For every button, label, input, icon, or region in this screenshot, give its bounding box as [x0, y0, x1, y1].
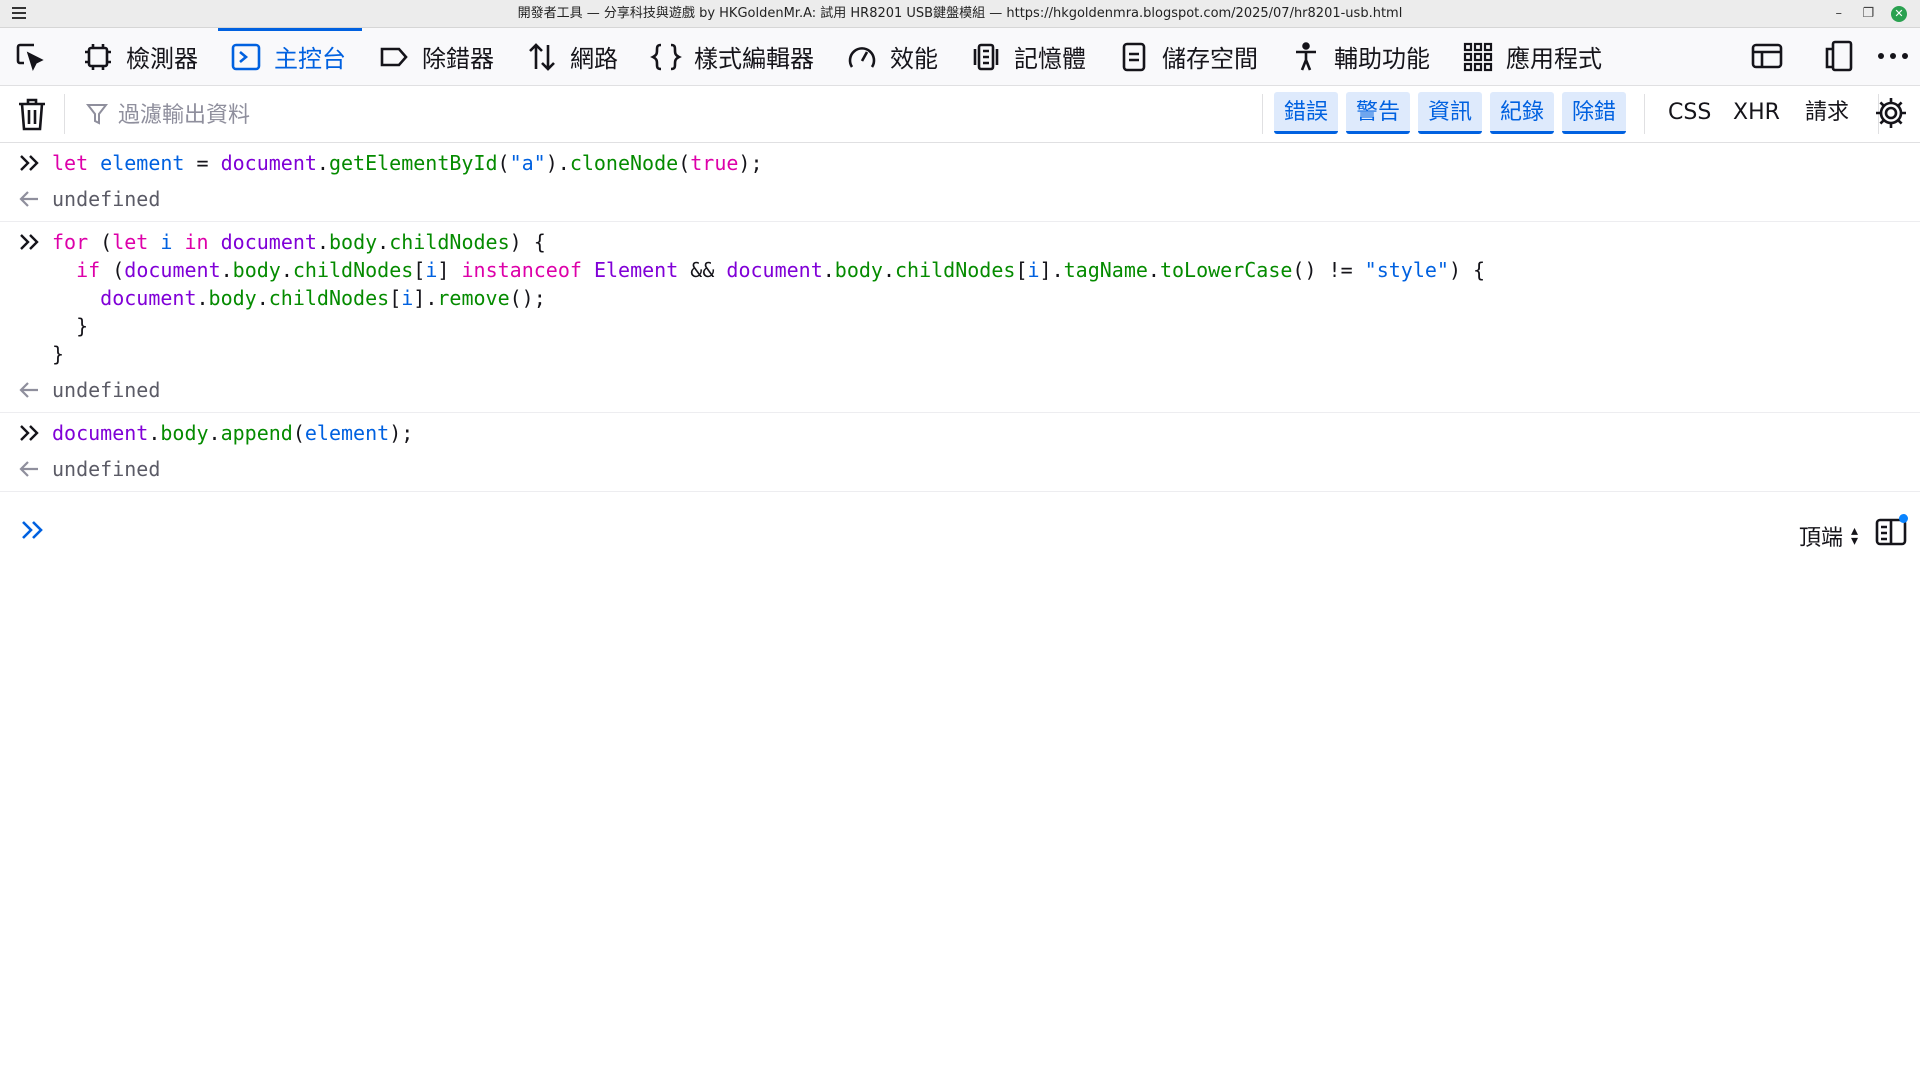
tab-application[interactable]: 應用程式 — [1462, 28, 1602, 85]
console-code-input[interactable] — [60, 516, 1664, 550]
style-editor-icon — [650, 43, 682, 70]
close-window-button[interactable]: ✕ — [1891, 6, 1907, 22]
filter-output-input[interactable] — [116, 94, 1220, 136]
tab-style-editor[interactable]: 樣式編輯器 — [650, 28, 814, 85]
command-code[interactable]: document.body.append(element); — [52, 419, 1920, 447]
console-result: undefined — [0, 185, 1920, 213]
tab-label: 樣式編輯器 — [694, 45, 814, 73]
filter-css-button[interactable]: CSS — [1668, 92, 1711, 134]
minimize-button[interactable]: – — [1836, 6, 1843, 22]
command-code[interactable]: let element = document.getElementById("a… — [52, 149, 1920, 177]
tab-label: 檢測器 — [126, 45, 198, 73]
filter-debug-button[interactable]: 除錯 — [1562, 92, 1627, 134]
element-picker-button[interactable] — [14, 28, 46, 85]
window-title: 開發者工具 — 分享科技與遊戲 by HKGoldenMr.A: 試用 HR82… — [517, 6, 1403, 21]
tab-console[interactable]: 主控台 — [218, 28, 362, 85]
console-settings-button[interactable] — [1874, 96, 1908, 130]
command-code-text: document.body.append(element); — [52, 421, 414, 445]
responsive-design-button[interactable] — [1822, 39, 1856, 73]
responsive-design-icon — [1825, 40, 1853, 72]
console-entry: let element = document.getElementById("a… — [0, 143, 1920, 222]
divider — [64, 94, 65, 134]
notification-dot — [1899, 514, 1908, 523]
debugger-icon — [380, 47, 408, 66]
filter-xhr-button[interactable]: XHR — [1733, 92, 1780, 134]
command-code-text: for (let i in document.body.childNodes) … — [52, 230, 1486, 366]
devtools-toolbar: 檢測器 主控台 除錯器 網路 樣式編輯器 效能 記憶體 儲存空間 輔助功能 應用… — [0, 28, 1920, 86]
console-entry: document.body.append(element); undefined — [0, 413, 1920, 492]
tab-memory[interactable]: 記憶體 — [970, 28, 1086, 85]
result-arrow-icon — [19, 191, 38, 207]
filter-icon — [86, 104, 108, 125]
filter-warnings-button[interactable]: 警告 — [1346, 92, 1411, 134]
filter-info-button[interactable]: 資訊 — [1418, 92, 1483, 134]
editor-mode-toggle[interactable] — [1874, 514, 1910, 548]
console-filter-bar: 錯誤 警告 資訊 紀錄 除錯 CSS XHR 請求 — [0, 86, 1920, 143]
tab-accessibility[interactable]: 輔助功能 — [1290, 28, 1430, 85]
application-icon — [1463, 42, 1493, 71]
inspector-icon — [85, 43, 111, 70]
window-titlebar: 開發者工具 — 分享科技與遊戲 by HKGoldenMr.A: 試用 HR82… — [0, 0, 1920, 28]
tab-label: 網路 — [570, 45, 618, 73]
command-chevron-icon — [20, 234, 39, 250]
accessibility-icon — [1296, 41, 1316, 70]
dock-sidebar-button[interactable] — [1750, 39, 1784, 73]
divider — [1644, 94, 1645, 134]
restore-button[interactable]: ❐ — [1862, 6, 1874, 22]
element-picker-icon — [16, 43, 44, 71]
console-command: let element = document.getElementById("a… — [0, 149, 1920, 177]
console-output: let element = document.getElementById("a… — [0, 143, 1920, 492]
filter-logs-button[interactable]: 紀錄 — [1490, 92, 1555, 134]
tab-label: 儲存空間 — [1162, 45, 1258, 73]
result-value: undefined — [52, 187, 161, 211]
performance-icon — [848, 46, 876, 68]
console-icon — [231, 43, 261, 70]
tab-inspector[interactable]: 檢測器 — [82, 28, 198, 85]
dock-layout-icon — [1751, 43, 1783, 69]
more-options-button[interactable] — [1876, 39, 1910, 73]
clear-console-button[interactable] — [16, 96, 48, 132]
result-arrow-icon — [19, 382, 38, 398]
input-prompt-icon — [22, 521, 43, 539]
tab-label: 輔助功能 — [1334, 45, 1430, 73]
console-command: for (let i in document.body.childNodes) … — [0, 228, 1920, 368]
more-options-icon — [1878, 53, 1908, 59]
updown-arrows-icon: ▴ ▾ — [1850, 523, 1858, 549]
result-value: undefined — [52, 457, 161, 481]
filter-requests-button[interactable]: 請求 — [1805, 92, 1849, 134]
command-code-text: let element = document.getElementById("a… — [52, 151, 763, 175]
console-result: undefined — [0, 376, 1920, 404]
tab-label: 記憶體 — [1014, 45, 1086, 73]
console-input-line: 頂端 ▴ ▾ — [0, 508, 1920, 558]
filter-errors-button[interactable]: 錯誤 — [1274, 92, 1339, 134]
result-arrow-icon — [19, 461, 38, 477]
network-icon — [529, 42, 555, 71]
trash-icon — [19, 98, 45, 131]
command-code[interactable]: for (let i in document.body.childNodes) … — [52, 228, 1920, 368]
result-value: undefined — [52, 378, 161, 402]
tab-label: 應用程式 — [1506, 45, 1602, 73]
console-command: document.body.append(element); — [0, 419, 1920, 447]
tab-label: 效能 — [890, 45, 938, 73]
gear-icon — [1876, 98, 1906, 128]
tab-debugger[interactable]: 除錯器 — [378, 28, 494, 85]
command-chevron-icon — [20, 425, 39, 441]
memory-icon — [973, 43, 999, 70]
tab-label: 主控台 — [274, 45, 346, 73]
command-chevron-icon — [20, 155, 39, 171]
divider — [1262, 94, 1263, 134]
console-entry: for (let i in document.body.childNodes) … — [0, 222, 1920, 413]
tab-performance[interactable]: 效能 — [846, 28, 938, 85]
tab-network[interactable]: 網路 — [526, 28, 618, 85]
tab-label: 除錯器 — [422, 45, 494, 73]
evaluation-context-selector[interactable]: 頂端 ▴ ▾ — [1799, 520, 1858, 552]
context-label: 頂端 — [1798, 526, 1843, 551]
tab-storage[interactable]: 儲存空間 — [1118, 28, 1258, 85]
storage-icon — [1122, 42, 1146, 71]
console-result: undefined — [0, 455, 1920, 483]
